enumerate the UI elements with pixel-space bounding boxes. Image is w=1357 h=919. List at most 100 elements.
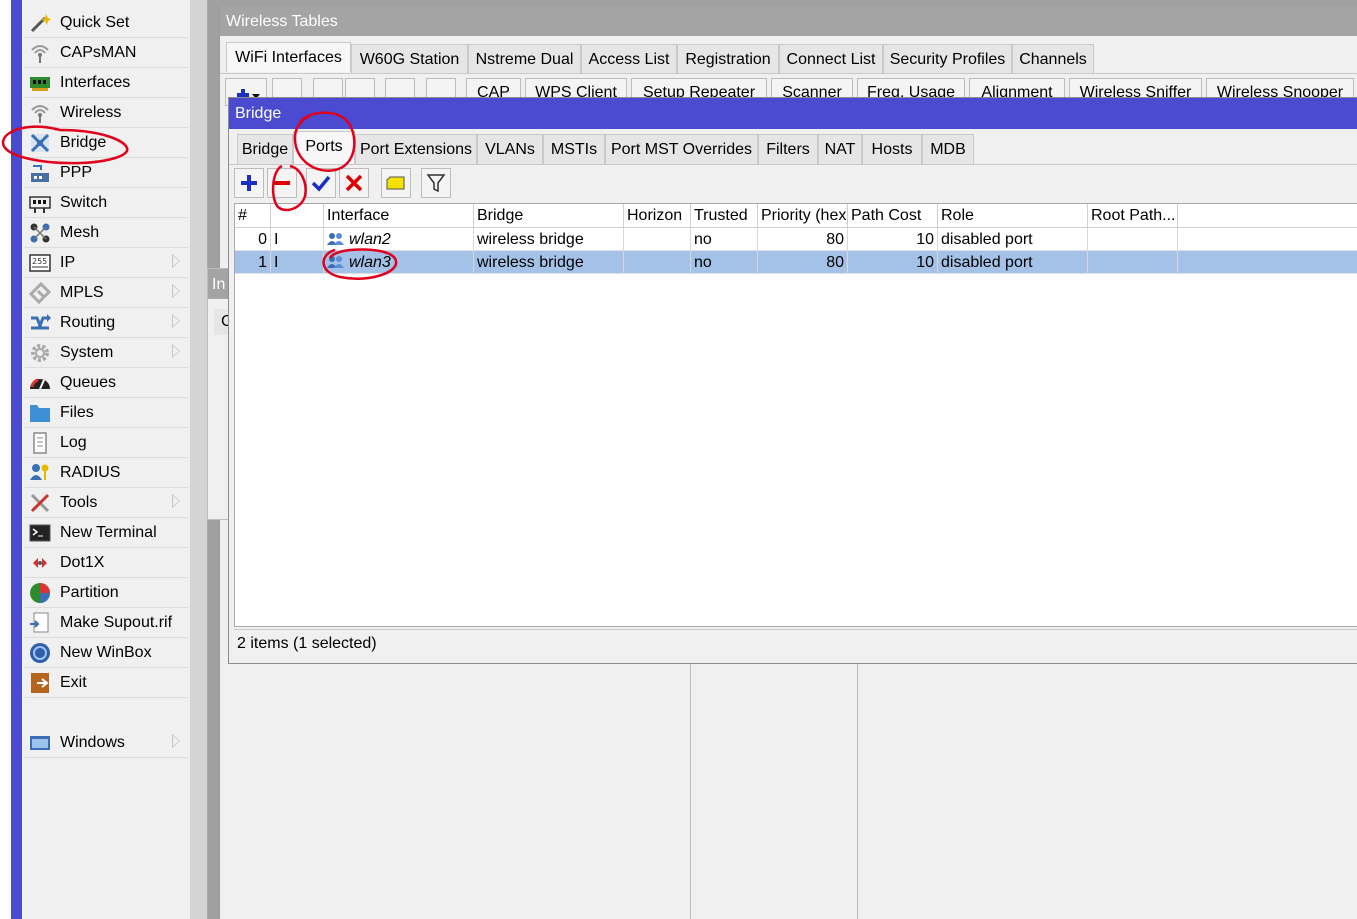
status-bar: 2 items (1 selected) bbox=[234, 629, 1357, 657]
wifi-antenna-icon bbox=[28, 102, 52, 124]
tab-nat[interactable]: NAT bbox=[818, 134, 862, 164]
add-button[interactable] bbox=[234, 168, 264, 198]
sidebar-item-radius[interactable]: RADIUS bbox=[25, 458, 188, 488]
tab-channels[interactable]: Channels bbox=[1012, 44, 1094, 74]
tab-mstis[interactable]: MSTIs bbox=[543, 134, 605, 164]
sidebar-item-quick-set[interactable]: Quick Set bbox=[25, 8, 188, 38]
gauge-icon bbox=[28, 372, 52, 394]
sidebar-menu: Quick Set CAPsMAN Interfaces Wireless Br… bbox=[22, 0, 191, 919]
sidebar-item-label: New Terminal bbox=[60, 523, 157, 541]
tab-security-profiles[interactable]: Security Profiles bbox=[883, 44, 1012, 74]
submenu-arrow-icon bbox=[172, 314, 180, 328]
tab-mdb[interactable]: MDB bbox=[922, 134, 974, 164]
column-header-horizon[interactable]: Horizon bbox=[624, 204, 691, 228]
window-title[interactable]: In bbox=[208, 269, 230, 299]
sidebar-item-label: Make Supout.rif bbox=[60, 613, 173, 631]
sidebar-item-windows[interactable]: Windows bbox=[25, 728, 188, 758]
sidebar-item-dot1x[interactable]: Dot1X bbox=[25, 548, 188, 578]
sidebar-item-new-terminal[interactable]: New Terminal bbox=[25, 518, 188, 548]
tab-ports[interactable]: Ports bbox=[293, 131, 355, 164]
row-horizon bbox=[624, 228, 691, 251]
table-row-selected[interactable]: 1 I wlan3 wireless bridge no 80 10 disab… bbox=[235, 251, 1357, 274]
enable-button[interactable] bbox=[306, 168, 336, 198]
sidebar-item-ppp[interactable]: PPP bbox=[25, 158, 188, 188]
sidebar-item-label: New WinBox bbox=[60, 643, 152, 661]
bridge-window: Bridge Bridge Ports Port Extensions VLAN… bbox=[228, 97, 1357, 664]
column-header-role[interactable]: Role bbox=[938, 204, 1088, 228]
sidebar-item-exit[interactable]: Exit bbox=[25, 668, 188, 698]
comment-button[interactable] bbox=[381, 168, 411, 198]
column-header-root-path[interactable]: Root Path... bbox=[1088, 204, 1178, 228]
sidebar-item-ip[interactable]: 255 IP bbox=[25, 248, 188, 278]
sidebar-item-wireless[interactable]: Wireless bbox=[25, 98, 188, 128]
sidebar-item-mpls[interactable]: MPLS bbox=[25, 278, 188, 308]
ppp-icon bbox=[28, 162, 52, 184]
tab-connect-list[interactable]: Connect List bbox=[779, 44, 883, 74]
sidebar-item-system[interactable]: System bbox=[25, 338, 188, 368]
row-trusted: no bbox=[691, 251, 758, 274]
sidebar-item-switch[interactable]: Switch bbox=[25, 188, 188, 218]
tab-hosts[interactable]: Hosts bbox=[862, 134, 922, 164]
sidebar-item-label: CAPsMAN bbox=[60, 43, 137, 61]
tab-access-list[interactable]: Access List bbox=[581, 44, 677, 74]
sidebar-item-capsman[interactable]: CAPsMAN bbox=[25, 38, 188, 68]
sidebar-item-partition[interactable]: Partition bbox=[25, 578, 188, 608]
tab-registration[interactable]: Registration bbox=[677, 44, 779, 74]
submenu-arrow-icon bbox=[172, 284, 180, 298]
sidebar-splitter[interactable] bbox=[190, 0, 208, 919]
sidebar-item-files[interactable]: Files bbox=[25, 398, 188, 428]
export-icon bbox=[28, 612, 52, 634]
sidebar-item-tools[interactable]: Tools bbox=[25, 488, 188, 518]
column-header-flags[interactable] bbox=[271, 204, 324, 228]
sidebar-item-label: Exit bbox=[60, 673, 87, 691]
tab-bridge[interactable]: Bridge bbox=[237, 134, 293, 164]
tab-filters[interactable]: Filters bbox=[758, 134, 818, 164]
sidebar-item-label: Files bbox=[60, 403, 94, 421]
tab-wifi-interfaces[interactable]: WiFi Interfaces bbox=[226, 42, 351, 72]
sidebar-item-label: Bridge bbox=[60, 133, 107, 151]
sidebar-item-label: Mesh bbox=[60, 223, 100, 241]
sidebar-item-label: Interfaces bbox=[60, 73, 131, 91]
row-bridge: wireless bridge bbox=[474, 251, 624, 274]
sidebar-item-routing[interactable]: Routing bbox=[25, 308, 188, 338]
tab-port-extensions[interactable]: Port Extensions bbox=[355, 134, 477, 164]
disable-button[interactable] bbox=[339, 168, 369, 198]
sidebar-item-label: Routing bbox=[60, 313, 116, 331]
exit-icon bbox=[28, 672, 52, 694]
tab-w60g-station[interactable]: W60G Station bbox=[351, 44, 468, 74]
column-header-priority[interactable]: Priority (hex) bbox=[758, 204, 848, 228]
folder-icon bbox=[28, 402, 52, 424]
tab-vlans[interactable]: VLANs bbox=[477, 134, 543, 164]
ip-icon: 255 bbox=[28, 252, 52, 274]
column-header-bridge[interactable]: Bridge bbox=[474, 204, 624, 228]
column-header-number[interactable]: # bbox=[235, 204, 271, 228]
row-role: disabled port bbox=[938, 251, 1088, 274]
gear-icon bbox=[28, 342, 52, 364]
pie-icon bbox=[28, 582, 52, 604]
users-icon bbox=[327, 256, 344, 268]
sidebar-item-bridge[interactable]: Bridge bbox=[25, 128, 188, 158]
window-title[interactable]: Bridge bbox=[229, 98, 1357, 129]
sidebar-item-interfaces[interactable]: Interfaces bbox=[25, 68, 188, 98]
row-interface: wlan2 bbox=[324, 228, 474, 251]
row-role: disabled port bbox=[938, 228, 1088, 251]
window-title[interactable]: Wireless Tables bbox=[220, 6, 1357, 36]
tab-nstreme-dual[interactable]: Nstreme Dual bbox=[468, 44, 581, 74]
accent-bar bbox=[11, 0, 22, 919]
sidebar-item-new-winbox[interactable]: New WinBox bbox=[25, 638, 188, 668]
row-root-path bbox=[1088, 228, 1178, 251]
tab-port-mst-overrides[interactable]: Port MST Overrides bbox=[605, 134, 758, 164]
table-row[interactable]: 0 I wlan2 wireless bridge no 80 10 disab… bbox=[235, 228, 1357, 251]
column-header-trusted[interactable]: Trusted bbox=[691, 204, 758, 228]
column-header-interface[interactable]: Interface bbox=[324, 204, 474, 228]
sidebar-item-make-supout[interactable]: Make Supout.rif bbox=[25, 608, 188, 638]
sidebar-item-label: Switch bbox=[60, 193, 108, 211]
remove-button[interactable] bbox=[267, 168, 297, 198]
sidebar-item-mesh[interactable]: Mesh bbox=[25, 218, 188, 248]
svg-text:255: 255 bbox=[32, 257, 47, 266]
sidebar-item-log[interactable]: Log bbox=[25, 428, 188, 458]
filter-button[interactable] bbox=[421, 168, 451, 198]
sidebar-item-queues[interactable]: Queues bbox=[25, 368, 188, 398]
row-number: 1 bbox=[235, 251, 271, 274]
column-header-path-cost[interactable]: Path Cost bbox=[848, 204, 938, 228]
